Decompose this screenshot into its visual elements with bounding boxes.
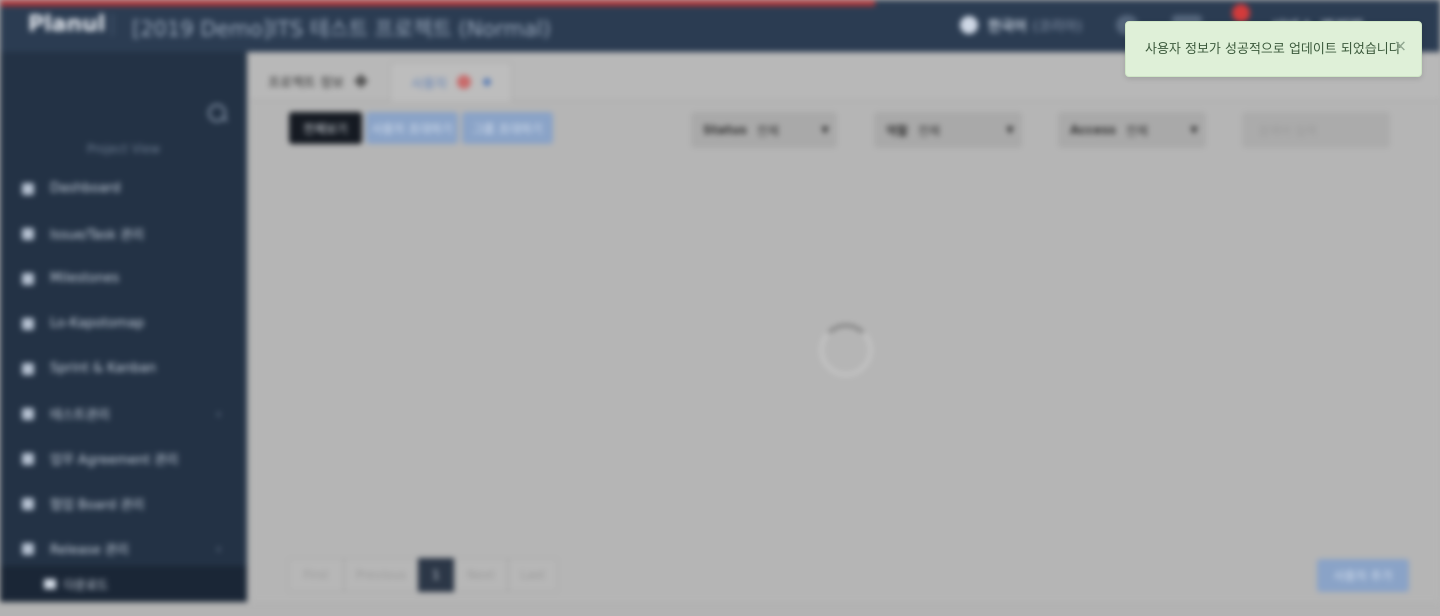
tab-label: 사용자 <box>411 76 447 92</box>
sidebar-footer-label: 다운로드 <box>64 577 109 592</box>
view-all-button[interactable]: 전체보기 <box>289 112 362 144</box>
sidebar-item-release[interactable]: Release 관리 ‹ <box>0 526 247 571</box>
sidebar-item-label: Sprint & Kanban <box>50 361 157 376</box>
close-icon[interactable] <box>456 75 471 89</box>
sidebar-item-dashboard[interactable]: Dashboard <box>0 166 247 211</box>
flag-icon <box>22 272 34 285</box>
access-filter[interactable]: Access 전체 ▼ <box>1058 112 1206 148</box>
status-filter[interactable]: Status 전체 ▼ <box>691 112 837 148</box>
chevron-left-icon: ‹ <box>216 406 221 421</box>
sidebar-item-issues[interactable]: Issue/Task 관리 <box>0 211 247 256</box>
sidebar-item-agreement[interactable]: 업무 Agreement 관리 <box>0 436 247 481</box>
page-number-button[interactable]: 1 <box>418 558 454 592</box>
page-previous-button[interactable]: Previous <box>344 558 418 592</box>
status-dot-icon <box>482 78 491 86</box>
filter-value: 전체 <box>756 123 779 138</box>
brand-logo[interactable]: Planul <box>28 12 105 37</box>
sidebar-header: Project View <box>86 142 161 156</box>
page-last-button[interactable]: Last <box>508 558 558 592</box>
close-icon[interactable]: × <box>1394 36 1407 55</box>
sidebar-item-label: Dashboard <box>50 181 121 196</box>
success-toast: 사용자 정보가 성공적으로 업데이트 되었습니다 × <box>1125 21 1422 77</box>
tab-users[interactable]: 사용자 <box>390 62 512 101</box>
filter-label: Access <box>1070 123 1116 137</box>
filter-value: 전체 <box>918 123 941 138</box>
search-icon[interactable] <box>208 104 226 122</box>
filter-label: Status <box>703 123 747 137</box>
role-filter[interactable]: 역할 전체 ▼ <box>874 112 1022 148</box>
test-icon <box>22 407 34 420</box>
tab-label: 프로젝트 정보 <box>268 75 344 91</box>
edit-icon <box>353 73 368 89</box>
sidebar-item-test[interactable]: 테스트관리 ‹ <box>0 391 247 436</box>
chevron-down-icon: ▼ <box>821 124 829 136</box>
sidebar-item-milestones[interactable]: Milestones <box>0 256 247 301</box>
sidebar-item-label: 업무 Agreement 관리 <box>50 453 179 468</box>
release-icon <box>22 542 34 555</box>
search-input[interactable]: 검색어 입력 <box>1242 112 1390 148</box>
sidebar-item-roadmap[interactable]: Lo-Kapotomap <box>0 301 247 346</box>
chat-icon <box>22 497 34 510</box>
board-icon <box>22 362 34 375</box>
app-background: Planul [2019 Demo]ITS 테스트 프로젝트 (Normal) … <box>0 0 1440 603</box>
notification-badge[interactable] <box>1232 4 1250 22</box>
toast-message: 사용자 정보가 성공적으로 업데이트 되었습니다 <box>1145 42 1401 57</box>
chevron-down-icon: ▼ <box>1190 124 1198 136</box>
project-title[interactable]: [2019 Demo]ITS 테스트 프로젝트 (Normal) <box>132 13 551 43</box>
list-icon <box>22 227 34 240</box>
loading-progress-bar <box>0 0 875 6</box>
language-selector[interactable]: 한국어 (코리아) <box>988 16 1082 36</box>
download-icon <box>44 579 56 589</box>
globe-icon <box>960 16 978 34</box>
filter-label: 역할 <box>886 123 909 138</box>
add-user-button[interactable]: 사용자 추가 <box>1317 559 1409 592</box>
language-label: 한국어 <box>988 19 1027 35</box>
invite-group-button[interactable]: 그룹 초대하기 <box>462 112 553 144</box>
divider <box>112 14 113 36</box>
pagination: First Previous 1 Next Last <box>288 558 558 592</box>
home-icon <box>22 182 34 195</box>
language-sub: (코리아) <box>1032 19 1083 35</box>
sidebar-item-label: Lo-Kapotomap <box>50 316 145 331</box>
sidebar-footer[interactable]: 다운로드 <box>0 566 247 602</box>
filter-value: 전체 <box>1125 123 1149 138</box>
sidebar-item-sprint[interactable]: Sprint & Kanban <box>0 346 247 391</box>
invite-user-button[interactable]: 사용자 초대하기 <box>366 112 458 144</box>
chevron-left-icon: ‹ <box>216 541 221 556</box>
sidebar-item-label: 테스트관리 <box>50 408 110 423</box>
sidebar-item-label: 협업 Board 관리 <box>50 498 145 513</box>
map-icon <box>22 317 34 330</box>
main-content: 프로젝트 정보 사용자 전체보기 사용자 초대하기 그룹 초대하기 Status… <box>250 52 1440 602</box>
sidebar-item-label: Release 관리 <box>50 543 129 558</box>
page-next-button[interactable]: Next <box>454 558 508 592</box>
chevron-down-icon: ▼ <box>1006 124 1014 136</box>
sidebar-menu: Dashboard Issue/Task 관리 Milestones Lo-Ka… <box>0 166 247 616</box>
sidebar-item-board[interactable]: 협업 Board 관리 <box>0 481 247 526</box>
sidebar-item-label: Milestones <box>50 271 120 286</box>
sidebar-item-label: Issue/Task 관리 <box>50 228 145 243</box>
tab-project-info[interactable]: 프로젝트 정보 <box>268 62 368 100</box>
doc-icon <box>22 452 34 465</box>
page-first-button[interactable]: First <box>288 558 344 592</box>
sidebar: Project View Dashboard Issue/Task 관리 Mil… <box>0 52 247 603</box>
loading-spinner-icon <box>820 324 872 376</box>
